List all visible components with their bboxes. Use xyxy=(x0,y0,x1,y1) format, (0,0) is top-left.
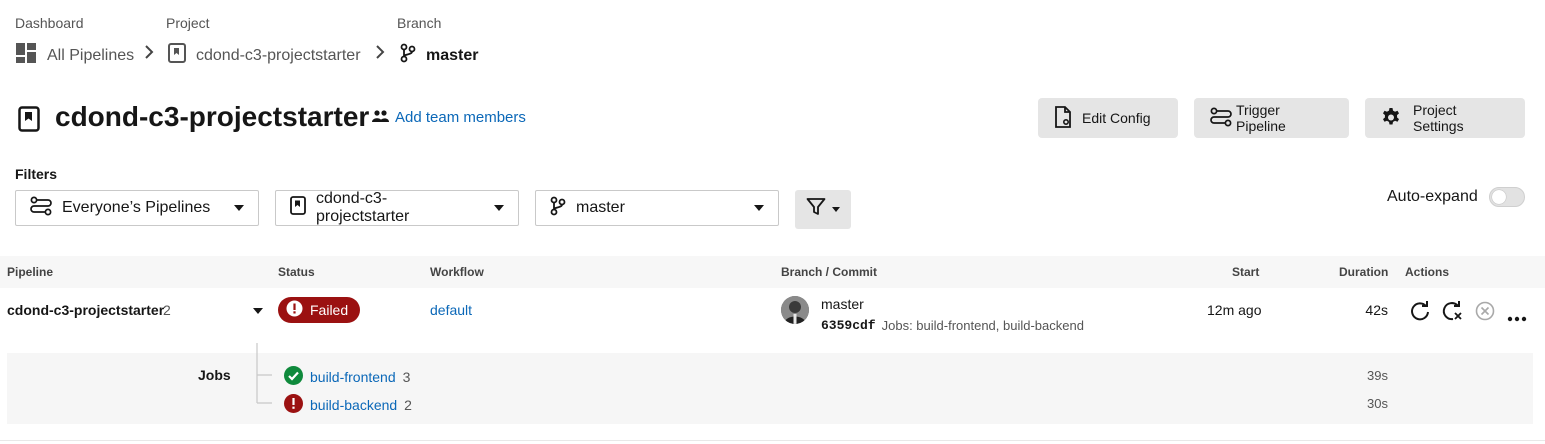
branch-name[interactable]: master xyxy=(821,296,864,312)
branch-icon xyxy=(550,196,566,221)
failed-icon xyxy=(284,394,303,416)
pipeline-name-link[interactable]: cdond-c3-projectstarter xyxy=(7,302,164,318)
column-duration: Duration xyxy=(1339,265,1389,279)
start-time: 12m ago xyxy=(1207,302,1262,318)
advanced-filter-button[interactable] xyxy=(795,190,851,229)
duration: 42s xyxy=(1365,302,1388,318)
commit-info: 6359cdf Jobs: build-frontend, build-back… xyxy=(821,318,1084,333)
trigger-pipeline-label: Trigger Pipeline xyxy=(1236,102,1286,134)
branch-filter-select[interactable]: master xyxy=(535,190,779,226)
breadcrumb-all-pipelines[interactable]: All Pipelines xyxy=(16,43,134,69)
dashboard-icon xyxy=(16,43,37,69)
team-icon xyxy=(372,109,389,126)
job-number: 3 xyxy=(402,369,411,385)
more-icon[interactable] xyxy=(1507,309,1527,327)
project-filter-value: cdond-c3-projectstarter xyxy=(316,190,410,225)
chevron-right-icon xyxy=(143,44,155,65)
job-name-link[interactable]: build-backend xyxy=(310,397,397,413)
file-config-icon xyxy=(1054,105,1072,131)
filter-icon xyxy=(806,197,826,222)
column-actions: Actions xyxy=(1405,265,1450,279)
job-duration: 30s xyxy=(1367,396,1388,411)
jobs-panel xyxy=(7,353,1533,424)
branch-filter-value: master xyxy=(576,199,625,216)
status-text: Failed xyxy=(310,302,349,318)
edit-config-button[interactable]: Edit Config xyxy=(1038,98,1178,138)
column-pipeline: Pipeline xyxy=(7,265,54,279)
add-team-members-link[interactable]: Add team members xyxy=(372,109,526,126)
avatar xyxy=(781,296,809,324)
pipelines-filter-value: Everyone’s Pipelines xyxy=(62,199,211,216)
job-number: 2 xyxy=(404,397,412,413)
breadcrumb-project-label: Project xyxy=(166,15,210,31)
breadcrumb-branch-label: Branch xyxy=(397,15,442,31)
job-duration: 39s xyxy=(1367,368,1388,383)
status-badge: Failed xyxy=(278,297,361,323)
pipelines-filter-select[interactable]: Everyone’s Pipelines xyxy=(15,190,259,226)
add-team-members-text: Add team members xyxy=(395,109,526,126)
commit-message: Jobs: build-frontend, build-backend xyxy=(881,318,1084,333)
job-row: build-backend 2 xyxy=(284,394,412,416)
project-settings-button[interactable]: Project Settings xyxy=(1365,98,1525,138)
page-title: cdond-c3-projectstarter xyxy=(55,101,370,132)
breadcrumb-project[interactable]: cdond-c3-projectstarter xyxy=(168,43,361,68)
commit-hash[interactable]: 6359cdf xyxy=(821,318,876,333)
chevron-right-icon xyxy=(374,44,386,65)
job-name-link[interactable]: build-frontend xyxy=(310,369,396,385)
auto-expand-label: Auto-expand xyxy=(1387,188,1478,205)
jobs-label: Jobs xyxy=(198,367,231,383)
breadcrumb-all-pipelines-text: All Pipelines xyxy=(47,47,135,64)
column-start: Start xyxy=(1232,265,1260,279)
job-tree-lines xyxy=(256,343,272,404)
pipeline-number: 2 xyxy=(163,302,171,318)
cancel-icon xyxy=(1475,301,1495,326)
breadcrumb-dashboard-label: Dashboard xyxy=(15,15,84,31)
breadcrumb-project-text: cdond-c3-projectstarter xyxy=(196,46,361,64)
divider xyxy=(0,440,1545,441)
project-settings-label: Project Settings xyxy=(1413,102,1464,134)
success-icon xyxy=(284,366,303,388)
gear-icon xyxy=(1381,107,1401,130)
project-icon xyxy=(168,43,186,68)
column-workflow: Workflow xyxy=(430,265,484,279)
auto-expand-toggle[interactable] xyxy=(1489,187,1525,207)
project-icon xyxy=(290,196,306,220)
project-icon xyxy=(18,106,40,137)
job-row: build-frontend 3 xyxy=(284,366,410,388)
trigger-icon xyxy=(1210,107,1232,130)
chevron-down-icon xyxy=(494,205,504,211)
breadcrumb-branch-text: master xyxy=(426,46,479,64)
workflow-link[interactable]: default xyxy=(430,302,472,318)
table-header xyxy=(0,256,1545,288)
breadcrumb-branch[interactable]: master xyxy=(400,43,478,68)
rerun-icon[interactable] xyxy=(1409,300,1431,327)
pipelines-icon xyxy=(30,196,52,221)
column-branch-commit: Branch / Commit xyxy=(781,265,878,279)
filters-label: Filters xyxy=(15,166,58,182)
failed-icon xyxy=(286,300,303,320)
column-status: Status xyxy=(278,265,315,279)
edit-config-label: Edit Config xyxy=(1082,110,1151,126)
chevron-down-icon xyxy=(234,205,244,211)
project-filter-select[interactable]: cdond-c3-projectstarter xyxy=(275,190,519,226)
rerun-failed-icon[interactable] xyxy=(1441,300,1465,327)
branch-icon xyxy=(400,43,416,68)
chevron-down-icon xyxy=(832,207,840,212)
trigger-pipeline-button[interactable]: Trigger Pipeline xyxy=(1194,98,1349,138)
expand-toggle-icon[interactable] xyxy=(253,308,263,314)
toggle-knob xyxy=(1492,190,1506,204)
chevron-down-icon xyxy=(754,205,764,211)
